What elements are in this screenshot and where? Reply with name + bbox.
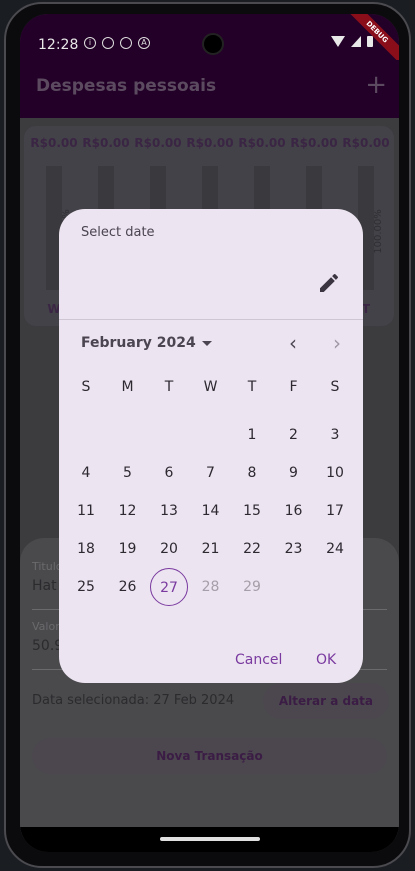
weekday-label: S — [81, 379, 91, 395]
app-bar: Despesas pessoais + — [20, 60, 399, 118]
cancel-button[interactable]: Cancel — [235, 652, 282, 668]
chart-value: R$0.00 — [134, 136, 182, 150]
info-icon: i — [84, 37, 96, 49]
previous-month-icon[interactable]: ‹ — [283, 333, 303, 353]
calendar-day[interactable]: 10 — [316, 454, 354, 492]
calendar-day[interactable]: 23 — [275, 530, 313, 568]
weekday-label: M — [121, 379, 134, 395]
nova-transacao-button[interactable]: Nova Transação — [32, 738, 387, 774]
status-bar: 12:28 i A DEBUG — [20, 14, 399, 65]
calendar-day[interactable]: 13 — [150, 492, 188, 530]
calendar-day[interactable]: 16 — [275, 492, 313, 530]
calendar-day: 29 — [243, 579, 261, 595]
chart-value: R$0.00 — [290, 136, 338, 150]
selected-date-text: Data selecionada: 27 Feb 2024 — [32, 693, 235, 708]
calendar-day[interactable]: 25 — [67, 568, 105, 606]
chart-percent: 100.00% — [372, 209, 384, 254]
dialog-helper-text: Select date — [81, 225, 155, 240]
calendar-day[interactable]: 15 — [233, 492, 271, 530]
wifi-icon — [331, 36, 345, 47]
dropdown-caret-icon — [201, 340, 212, 346]
chart-value: R$0.00 — [238, 136, 286, 150]
calendar-day[interactable]: 8 — [233, 454, 271, 492]
calendar-day[interactable]: 5 — [109, 454, 147, 492]
chart-value: R$0.00 — [342, 136, 390, 150]
weekday-label: F — [289, 379, 298, 395]
calendar-day[interactable]: 3 — [316, 416, 354, 454]
nav-bar — [20, 827, 399, 852]
phone-frame: 12:28 i A DEBUG Despesas pessoais + R$0.… — [4, 2, 411, 868]
calendar-day[interactable]: 2 — [275, 416, 313, 454]
title-value: Hat — [32, 578, 57, 594]
calendar-day: 28 — [201, 579, 220, 595]
camera-cutout — [202, 33, 224, 55]
calendar-day[interactable]: 1 — [233, 416, 271, 454]
calendar-day[interactable]: 21 — [192, 530, 230, 568]
calendar-day[interactable]: 7 — [192, 454, 230, 492]
calendar-day[interactable]: 17 — [316, 492, 354, 530]
chart-value: R$0.00 — [30, 136, 78, 150]
value-label: Valor — [32, 620, 60, 633]
weekday-label: W — [203, 379, 218, 395]
add-icon[interactable]: + — [365, 70, 387, 100]
chart-value: R$0.00 — [186, 136, 234, 150]
shield-icon — [102, 37, 114, 49]
edit-pencil-icon[interactable] — [317, 271, 341, 295]
dialog-divider — [59, 319, 363, 320]
title-label: Titulo — [32, 560, 63, 573]
battery-icon — [367, 36, 373, 47]
next-month-icon[interactable]: › — [327, 333, 347, 353]
status-time: 12:28 — [38, 37, 79, 53]
alterar-data-button[interactable]: Alterar a data — [262, 683, 389, 719]
weekday-label: T — [247, 379, 257, 395]
calendar-day[interactable]: 22 — [233, 530, 271, 568]
date-picker-dialog: Select date February 2024 ‹ › SMTWTFS123… — [59, 209, 363, 683]
calendar-day[interactable]: 9 — [275, 454, 313, 492]
calendar-day[interactable]: 20 — [150, 530, 188, 568]
calendar-day[interactable]: 14 — [192, 492, 230, 530]
month-year-selector[interactable]: February 2024 — [81, 335, 212, 351]
play-protect-icon — [120, 37, 132, 49]
calendar-day[interactable]: 12 — [109, 492, 147, 530]
weekday-label: T — [164, 379, 174, 395]
signal-icon — [351, 36, 361, 47]
calendar-day[interactable]: 24 — [316, 530, 354, 568]
ok-button[interactable]: OK — [316, 652, 336, 668]
chart-value: R$0.00 — [82, 136, 130, 150]
calendar-day[interactable]: 6 — [150, 454, 188, 492]
calendar-day[interactable]: 26 — [109, 568, 147, 606]
calendar-day[interactable]: 19 — [109, 530, 147, 568]
month-year-label: February 2024 — [81, 335, 196, 351]
system-icons — [331, 36, 373, 47]
calendar-day[interactable]: 27 — [150, 568, 188, 606]
status-icons: i A — [84, 37, 150, 49]
weekday-label: S — [330, 379, 340, 395]
a-icon: A — [138, 37, 150, 49]
app-title: Despesas pessoais — [36, 76, 217, 96]
home-indicator[interactable] — [160, 837, 260, 841]
screen: 12:28 i A DEBUG Despesas pessoais + R$0.… — [20, 14, 399, 852]
calendar-day[interactable]: 4 — [67, 454, 105, 492]
calendar-day[interactable]: 11 — [67, 492, 105, 530]
calendar-day[interactable]: 18 — [67, 530, 105, 568]
